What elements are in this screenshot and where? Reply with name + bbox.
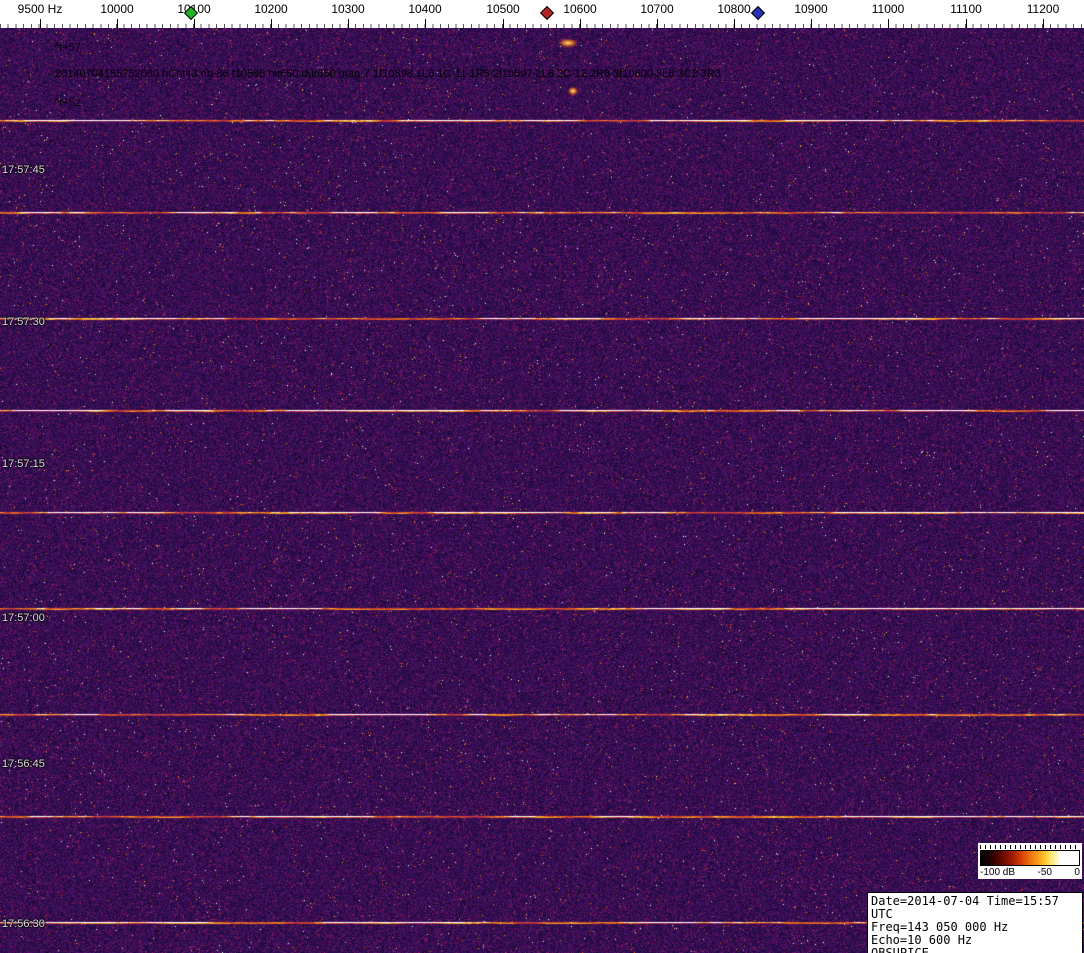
ruler-minor-ticks <box>0 24 1084 28</box>
freq-tick-label: 10000 <box>100 2 133 16</box>
time-label: 17:56:30 <box>2 918 45 930</box>
event-annotation: ^t+52 <box>54 97 81 109</box>
freq-tick-label: 10500 <box>486 2 519 16</box>
colorbar-ticks <box>980 845 1080 849</box>
time-label: 17:57:15 <box>2 458 45 470</box>
freq-tick-label: 11200 <box>1027 2 1059 16</box>
freq-major-tick <box>117 19 118 28</box>
freq-tick-label: 10200 <box>254 2 287 16</box>
freq-tick-label: 10400 <box>408 2 441 16</box>
colorbar-max-label: 0 <box>1074 867 1080 878</box>
freq-tick-label: 10700 <box>640 2 673 16</box>
freq-tick-label: 11100 <box>950 2 982 16</box>
time-label: 17:57:00 <box>2 612 45 624</box>
freq-major-tick <box>503 19 504 28</box>
event-annotation: 20140704155752080 hCnt43 nb-86 f10598 hi… <box>55 68 721 80</box>
time-label: 17:56:45 <box>2 758 45 770</box>
freq-major-tick <box>580 19 581 28</box>
colorbar-legend: -100 dB -50 0 <box>978 843 1082 879</box>
colorbar-gradient <box>980 850 1080 866</box>
freq-tick-label: 10300 <box>331 2 364 16</box>
freq-major-tick <box>271 19 272 28</box>
freq-tick-label: 11000 <box>872 2 904 16</box>
freq-major-tick <box>734 19 735 28</box>
freq-major-tick <box>1043 19 1044 28</box>
freq-major-tick <box>888 19 889 28</box>
freq-major-tick <box>966 19 967 28</box>
colorbar-min-label: -100 dB <box>980 867 1015 878</box>
time-label: 17:57:30 <box>2 316 45 328</box>
freq-major-tick <box>40 19 41 28</box>
colorbar-labels: -100 dB -50 0 <box>980 867 1080 878</box>
frequency-ruler: 9500 Hz100001010010200103001040010500106… <box>0 0 1084 28</box>
info-line: Date=2014-07-04 Time=15:57 UTC <box>871 895 1079 921</box>
red-marker-icon[interactable] <box>540 6 554 20</box>
station-info-box: Date=2014-07-04 Time=15:57 UTC Freq=143 0… <box>867 892 1083 953</box>
freq-tick-label: 9500 Hz <box>18 2 63 16</box>
blue-marker-icon[interactable] <box>751 6 765 20</box>
time-label: 17:57:45 <box>2 164 45 176</box>
freq-major-tick <box>348 19 349 28</box>
event-annotation: ^t+57 <box>54 42 81 54</box>
colorbar-mid-label: -50 <box>1038 867 1052 878</box>
freq-tick-label: 10900 <box>794 2 827 16</box>
meteor-spectrogram-app: 9500 Hz100001010010200103001040010500106… <box>0 0 1084 953</box>
freq-major-tick <box>425 19 426 28</box>
spectrogram-canvas <box>0 28 1084 953</box>
freq-major-tick <box>194 19 195 28</box>
freq-major-tick <box>657 19 658 28</box>
spectrogram-plot: -100 dB -50 0 Date=2014-07-04 Time=15:57… <box>0 28 1084 953</box>
freq-tick-label: 10600 <box>563 2 596 16</box>
freq-major-tick <box>811 19 812 28</box>
info-line: OBSUPICE <box>871 947 1079 953</box>
freq-tick-label: 10800 <box>717 2 750 16</box>
